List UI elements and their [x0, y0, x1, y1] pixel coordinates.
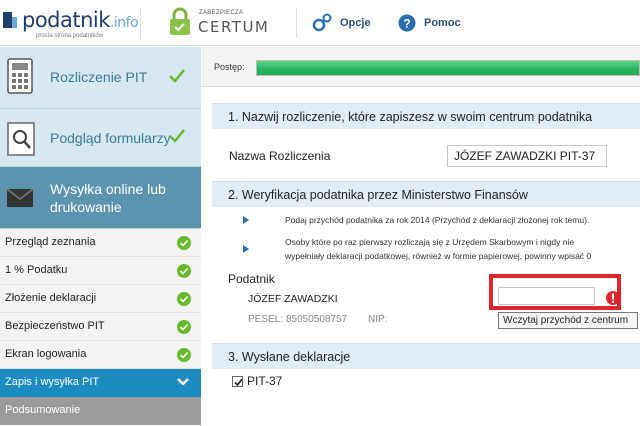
sidebar-item-zlozenie-deklaracji[interactable]: Złożenie deklaracji	[0, 285, 201, 313]
info-line: wypełniały deklaracji podatkowej, równie…	[285, 251, 592, 261]
sidebar-item-label: Podsumowanie	[5, 404, 81, 416]
progress-label: Postęp:	[214, 62, 245, 72]
name-label: Nazwa Rozliczenia	[229, 149, 331, 163]
bullet-arrow-icon	[243, 245, 249, 253]
pesel-label: PESEL:	[248, 314, 284, 325]
check-circle-icon	[177, 320, 191, 334]
logo-text: podatnik.info	[22, 8, 139, 32]
income-input[interactable]	[498, 287, 595, 305]
top-bar: podatnik.info prosta strona podatników Z…	[0, 0, 640, 46]
svg-text:?: ?	[403, 17, 410, 31]
pit-37-checkbox[interactable]	[232, 375, 243, 387]
progress-bar	[256, 60, 640, 76]
settlement-name-input[interactable]	[447, 145, 607, 167]
podatnik-logo[interactable]: podatnik.info prosta strona podatników	[2, 4, 139, 42]
taxpayer-label: Podatnik	[228, 272, 275, 286]
sidebar-item-label: Ekran logowania	[5, 348, 87, 360]
step-wysylka[interactable]: Wysyłka online lub drukowanie	[0, 167, 201, 229]
sidebar-item-zapis-i-wysylka[interactable]: Zapis i wysyłka PIT	[0, 369, 201, 397]
bullet-arrow-icon	[243, 216, 249, 224]
sidebar-item-przeglad-zeznania[interactable]: Przegląd zeznania	[0, 229, 201, 257]
help-button[interactable]: ? Pomoc	[398, 10, 461, 36]
check-circle-icon	[177, 292, 191, 306]
info-text: Podaj przychód podatnika za rok 2014 (Pr…	[285, 215, 590, 225]
magnifier-icon	[7, 122, 35, 156]
logo-subtitle: prosta strona podatników	[36, 33, 104, 39]
section-title: 2. Weryfikacja podatnika przez Ministers…	[228, 188, 528, 202]
info-line: Osoby które po raz pierwszy rozliczają s…	[285, 237, 575, 247]
step-label: Podgląd formularzy	[50, 130, 171, 146]
checkmark-icon	[234, 378, 243, 386]
sidebar: Rozliczenie PIT Podgląd formularzy Wysył…	[0, 47, 201, 426]
nip-label: NIP:	[368, 314, 388, 325]
error-icon	[606, 291, 620, 305]
help-icon: ?	[398, 14, 416, 32]
options-button[interactable]: Opcje	[312, 10, 371, 36]
check-circle-icon	[177, 236, 191, 250]
divider	[296, 8, 297, 38]
checkmark-icon	[169, 69, 185, 83]
logo-mark-icon	[3, 12, 17, 28]
progress-row: Postęp:	[202, 47, 640, 87]
certum-badge[interactable]: ZABEZPIECZA CERTUM	[167, 7, 270, 39]
divider	[140, 8, 141, 38]
step-podglad-formularzy[interactable]: Podgląd formularzy	[0, 109, 201, 167]
help-label: Pomoc	[424, 17, 461, 29]
calculator-icon	[7, 58, 33, 94]
gears-icon	[312, 13, 332, 32]
certum-small-text: ZABEZPIECZA	[199, 10, 244, 16]
sidebar-item-label: Zapis i wysyłka PIT	[5, 376, 100, 388]
check-circle-icon	[177, 348, 191, 362]
step-label: Wysyłka online lub drukowanie	[50, 181, 166, 215]
step-label: Rozliczenie PIT	[50, 69, 148, 85]
checkmark-icon	[169, 129, 185, 143]
progress-fill	[257, 61, 639, 75]
envelope-icon	[6, 188, 34, 207]
section-header: 1. Nazwij rozliczenie, które zapiszesz w…	[212, 103, 640, 129]
step-rozliczenie-pit[interactable]: Rozliczenie PIT	[0, 47, 201, 109]
section-title: 3. Wysłane deklaracje	[228, 350, 351, 364]
sidebar-item-bezpieczenstwo-pit[interactable]: Bezpieczeństwo PIT	[0, 313, 201, 341]
options-label: Opcje	[340, 17, 371, 29]
sidebar-item-ekran-logowania[interactable]: Ekran logowania	[0, 341, 201, 369]
sidebar-item-label: Bezpieczeństwo PIT	[5, 320, 105, 332]
chevron-down-icon	[177, 378, 189, 386]
check-circle-icon	[177, 264, 191, 278]
pit-37-label: PIT-37	[247, 374, 283, 388]
info-text: Osoby które po raz pierwszy rozliczają s…	[285, 235, 640, 263]
pit-37-row[interactable]: PIT-37	[232, 374, 282, 388]
pesel-value: 85050508757	[286, 314, 348, 325]
sidebar-item-label: Złożenie deklaracji	[5, 292, 97, 304]
sidebar-item-label: Przegląd zeznania	[5, 236, 96, 248]
load-income-tooltip[interactable]: Wczytaj przychód z centrum	[498, 312, 638, 329]
main-content: Postęp: 1. Nazwij rozliczenie, które zap…	[202, 47, 640, 426]
section-header: 2. Weryfikacja podatnika przez Ministers…	[212, 181, 640, 207]
sidebar-item-podsumowanie[interactable]: Podsumowanie	[0, 397, 201, 425]
section-title: 1. Nazwij rozliczenie, które zapiszesz w…	[228, 110, 593, 124]
taxpayer-name: JÓZEF ZAWADZKI	[248, 293, 338, 305]
lock-icon	[170, 7, 190, 35]
certum-text: CERTUM	[198, 18, 270, 36]
section-header: 3. Wysłane deklaracje	[212, 343, 640, 369]
sidebar-item-1-procent[interactable]: 1 % Podatku	[0, 257, 201, 285]
sidebar-item-label: 1 % Podatku	[5, 264, 68, 276]
